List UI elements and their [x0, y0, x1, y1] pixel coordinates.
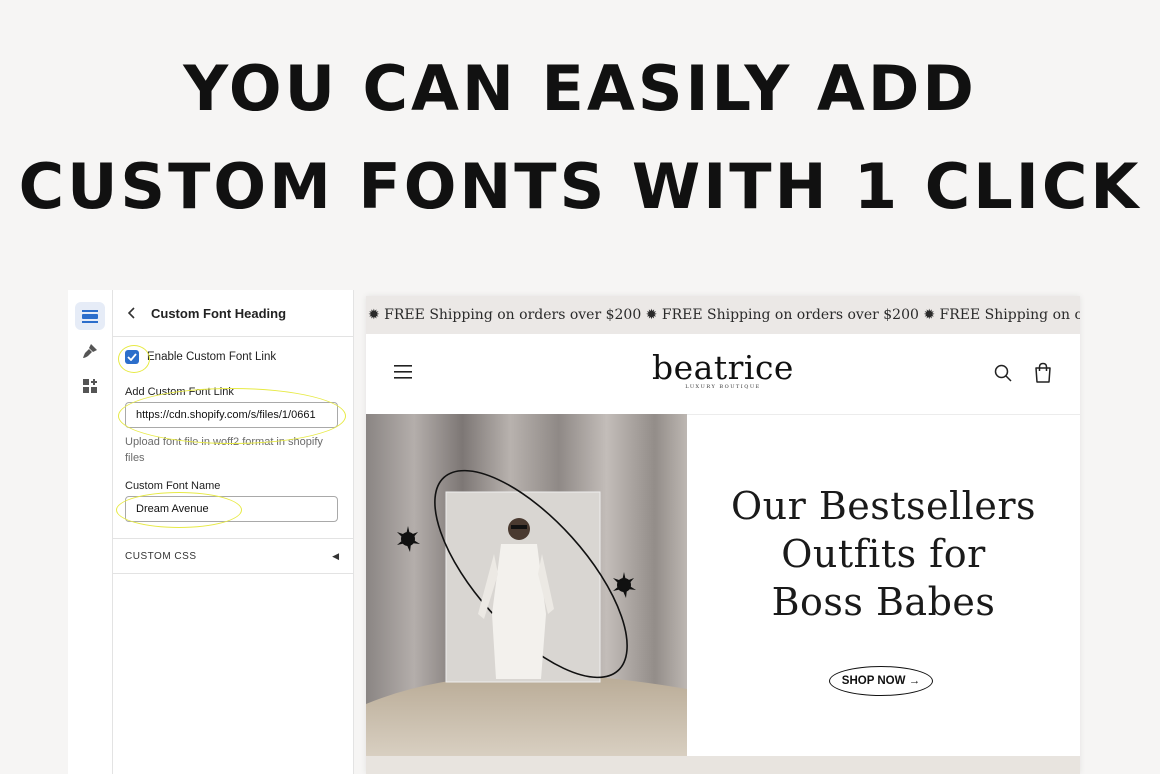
store-tagline: LUXURY BOUTIQUE — [685, 384, 761, 390]
custom-css-section[interactable]: CUSTOM CSS ◀ — [113, 538, 353, 574]
apps-icon — [82, 378, 97, 393]
announcement-text: ✹ FREE Shipping on orders over $200 ✹ FR… — [368, 307, 1080, 323]
theme-settings-button[interactable] — [75, 337, 105, 365]
hero-text-block: Our Bestsellers Outfits for Boss Babes S… — [687, 414, 1080, 756]
settings-panel: Custom Font Heading Enable Custom Font L… — [113, 290, 354, 774]
cart-icon — [1035, 362, 1051, 383]
search-icon — [994, 364, 1012, 382]
font-link-label: Add Custom Font Link — [125, 386, 234, 398]
store-preview: ✹ FREE Shipping on orders over $200 ✹ FR… — [366, 296, 1080, 774]
shop-now-button[interactable]: SHOP NOW → — [829, 666, 933, 696]
font-name-label: Custom Font Name — [125, 480, 221, 492]
font-link-help-text: Upload font file in woff2 format in shop… — [125, 436, 323, 464]
sections-icon — [82, 310, 98, 323]
panel-title: Custom Font Heading — [151, 305, 287, 321]
search-button[interactable] — [994, 364, 1012, 387]
chevron-left-icon — [127, 306, 135, 319]
checkmark-icon — [127, 353, 137, 361]
store-header: beatrice LUXURY BOUTIQUE — [366, 334, 1080, 415]
sections-button[interactable] — [75, 302, 105, 330]
custom-css-label: CUSTOM CSS — [125, 550, 197, 562]
hero-heading-line-3: Boss Babes — [771, 580, 996, 624]
announcement-bar: ✹ FREE Shipping on orders over $200 ✹ FR… — [366, 296, 1080, 334]
paint-brush-icon — [83, 344, 97, 358]
hero-heading-line-2: Outfits for — [781, 532, 986, 576]
cart-button[interactable] — [1033, 362, 1053, 389]
headline-line-2: CUSTOM FONTS WITH 1 CLICK — [18, 150, 1142, 223]
font-name-input[interactable]: Dream Avenue — [125, 496, 338, 522]
enable-custom-font-label: Enable Custom Font Link — [147, 351, 277, 363]
headline-line-1: YOU CAN EASILY ADD — [183, 52, 977, 125]
apps-button[interactable] — [75, 372, 105, 400]
back-button[interactable] — [113, 303, 151, 324]
editor-icon-rail — [68, 290, 113, 774]
enable-custom-font-checkbox[interactable] — [125, 350, 139, 364]
store-next-section — [366, 756, 1080, 774]
hero-heading-line-1: Our Bestsellers — [730, 484, 1036, 528]
font-link-input[interactable]: https://cdn.shopify.com/s/files/1/0661 — [125, 402, 338, 428]
panel-header: Custom Font Heading — [113, 290, 353, 337]
hero-image — [366, 414, 687, 756]
enable-custom-font-row[interactable]: Enable Custom Font Link — [125, 350, 276, 364]
caret-left-icon: ◀ — [332, 550, 339, 561]
store-logo[interactable]: beatrice — [366, 348, 1080, 387]
